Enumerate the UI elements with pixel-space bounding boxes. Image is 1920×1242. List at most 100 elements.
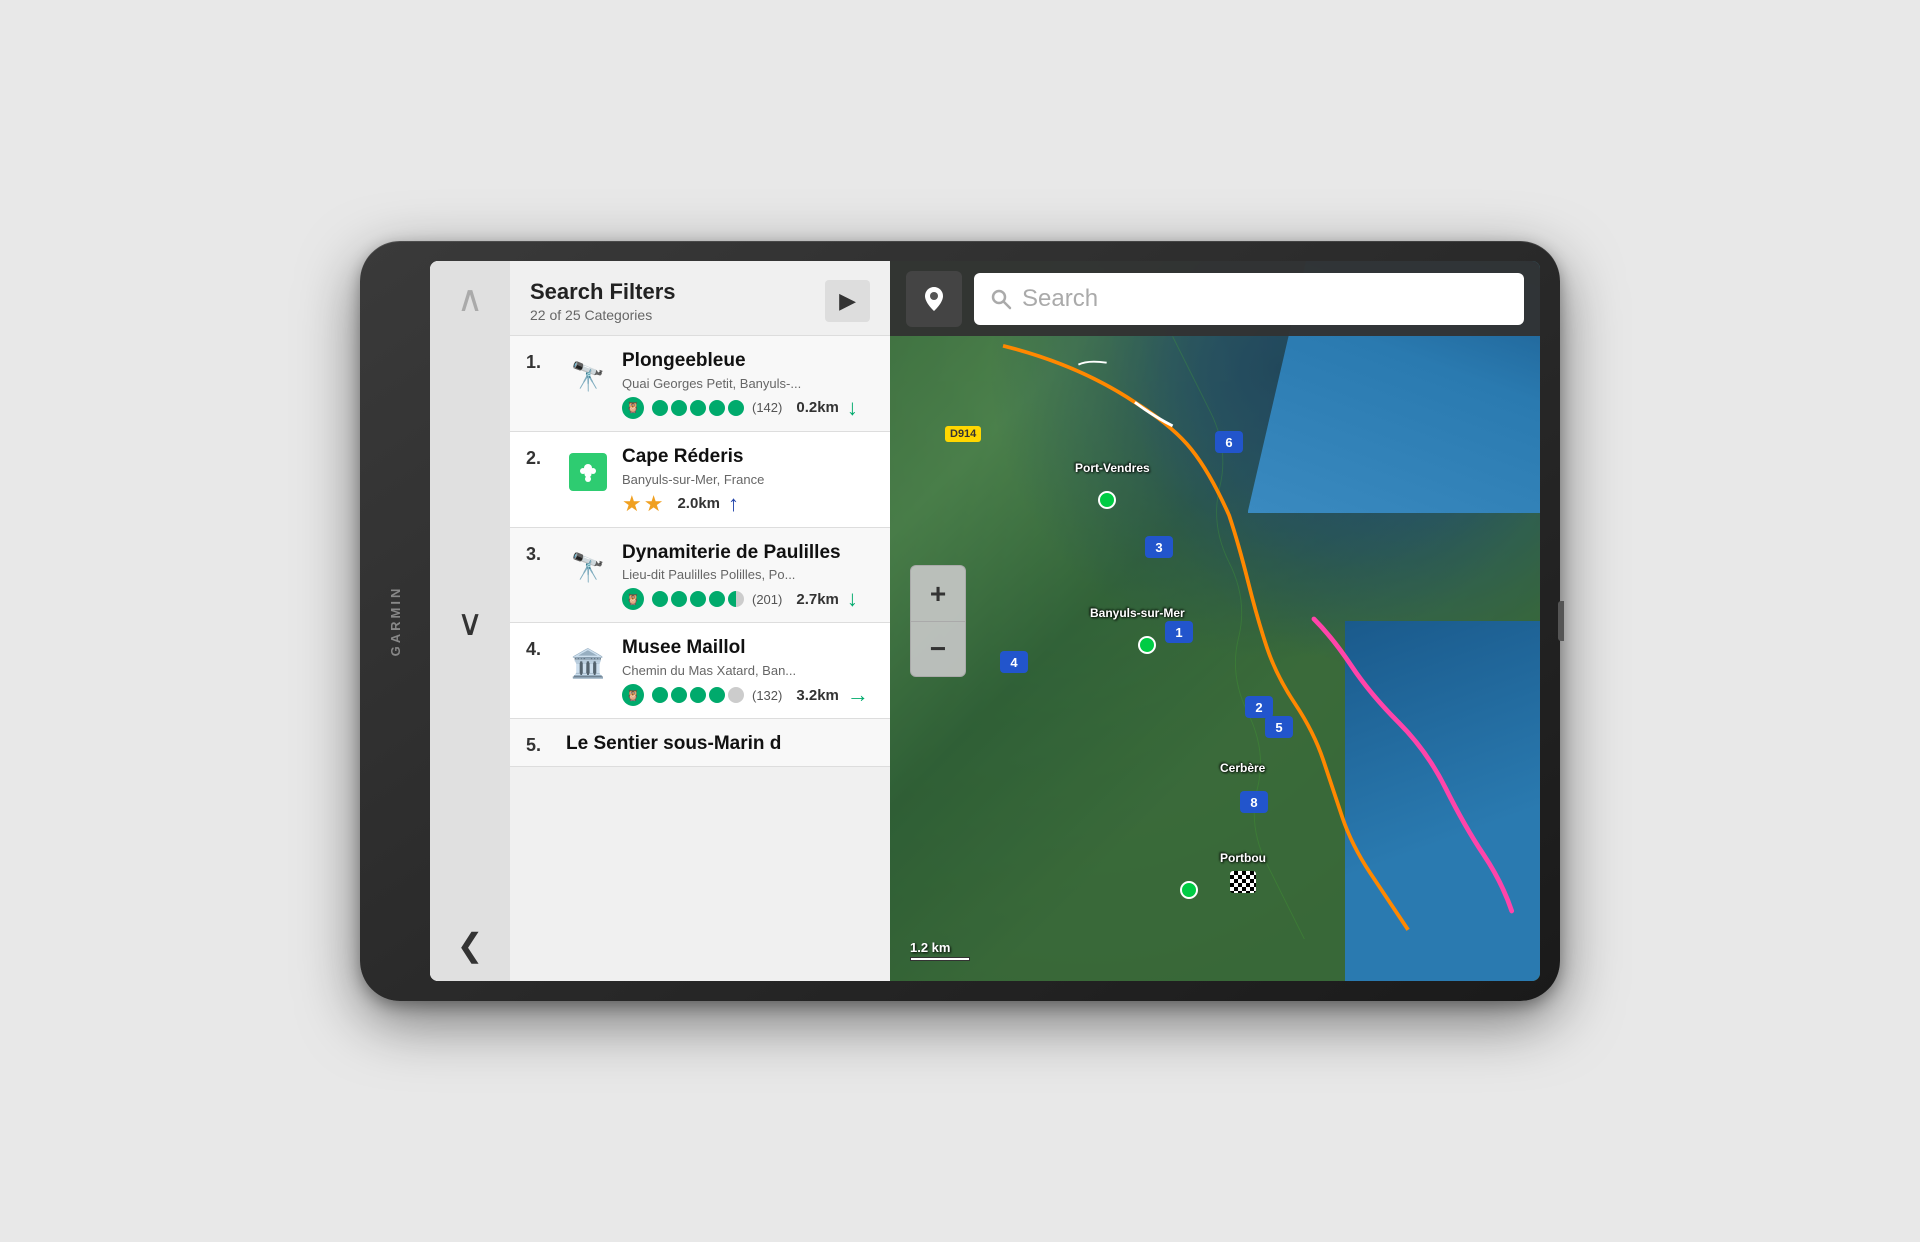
direction-arrow-2: ↑ xyxy=(728,491,739,517)
poi-address-1: Quai Georges Petit, Banyuls-... xyxy=(622,376,874,391)
scroll-up-arrow[interactable]: ∧ xyxy=(457,281,483,317)
header-subtitle: 22 of 25 Categories xyxy=(530,307,676,323)
poi-details-5: Le Sentier sous-Marin d xyxy=(566,733,874,756)
rating-dots-1 xyxy=(652,400,744,416)
poi-meta-3: 🦉 (201) 2.7km xyxy=(622,586,874,612)
direction-arrow-4: → xyxy=(847,682,869,708)
zoom-controls: + − xyxy=(910,565,966,677)
poi-number-5: 5. xyxy=(526,733,554,756)
poi-icon-michelin-2 xyxy=(566,450,610,494)
poi-name-1: Plongeebleue xyxy=(622,350,874,373)
dot-4-1 xyxy=(652,687,668,703)
star-1: ★ xyxy=(622,491,642,517)
map-pin-1: 1 xyxy=(1165,621,1193,643)
map-svg xyxy=(890,261,1540,939)
poi-details-2: Cape Réderis Banyuls-sur-Mer, France ★ ★… xyxy=(622,446,874,517)
scale-line xyxy=(910,957,970,961)
poi-item-1[interactable]: 1. 🔭 Plongeebleue Quai Georges Petit, Ba… xyxy=(510,336,890,432)
poi-icon-binoculars-1: 🔭 xyxy=(566,354,610,398)
dot-3-3 xyxy=(690,591,706,607)
scroll-down-arrow[interactable]: ∨ xyxy=(457,605,483,641)
review-count-3: (201) xyxy=(752,592,782,607)
map-pin-5: 5 xyxy=(1265,716,1293,738)
zoom-in-button[interactable]: + xyxy=(910,565,966,621)
rating-dots-4 xyxy=(652,687,744,703)
poi-address-3: Lieu-dit Paulilles Polilles, Po... xyxy=(622,567,874,582)
dot-3-2 xyxy=(671,591,687,607)
direction-arrow-1: ↓ xyxy=(847,395,858,421)
map-panel: Search + − D914 Port-Vendres Banyuls-sur… xyxy=(890,261,1540,981)
side-button[interactable] xyxy=(1558,601,1564,641)
header-title: Search Filters xyxy=(530,279,676,305)
poi-number-2: 2. xyxy=(526,446,554,469)
dot-4-4 xyxy=(709,687,725,703)
map-pin-4: 4 xyxy=(1000,651,1028,673)
scale-label: 1.2 km xyxy=(910,940,950,955)
poi-item-2[interactable]: 2. xyxy=(510,432,890,528)
review-count-1: (142) xyxy=(752,400,782,415)
poi-name-5: Le Sentier sous-Marin d xyxy=(566,733,874,756)
tripadvisor-icon-4: 🦉 xyxy=(622,684,644,706)
dot-4 xyxy=(709,400,725,416)
poi-number-1: 1. xyxy=(526,350,554,373)
search-bar[interactable]: Search xyxy=(974,273,1524,325)
poi-icon-binoculars-3: 🔭 xyxy=(566,546,610,590)
city-label-port-vendres: Port-Vendres xyxy=(1075,461,1150,475)
garmin-device: GARMIN ∧ ∨ ❮ Search Filters 22 of xyxy=(360,241,1560,1001)
map-pin-8: 8 xyxy=(1240,791,1268,813)
dot-3-5 xyxy=(728,591,744,607)
dot-2 xyxy=(671,400,687,416)
zoom-out-button[interactable]: − xyxy=(910,621,966,677)
poi-meta-4: 🦉 (132) 3.2km xyxy=(622,682,874,708)
list-content: Search Filters 22 of 25 Categories ▶ 1. … xyxy=(510,261,890,981)
direction-arrow-3: ↓ xyxy=(847,586,858,612)
brand-label: GARMIN xyxy=(388,586,403,657)
star-2: ★ xyxy=(644,491,664,517)
distance-2: 2.0km xyxy=(677,495,720,512)
poi-name-4: Musee Maillol xyxy=(622,637,874,660)
device-body: GARMIN ∧ ∨ ❮ Search Filters 22 of xyxy=(360,241,1560,1001)
poi-number-4: 4. xyxy=(526,637,554,660)
dot-3 xyxy=(690,400,706,416)
nav-arrows: ∧ ∨ ❮ xyxy=(430,261,510,981)
poi-details-4: Musee Maillol Chemin du Mas Xatard, Ban.… xyxy=(622,637,874,708)
poi-meta-1: 🦉 (142) 0.2km xyxy=(622,395,874,421)
dot-3-4 xyxy=(709,591,725,607)
poi-item-3[interactable]: 3. 🔭 Dynamiterie de Paulilles Lieu-dit P… xyxy=(510,528,890,624)
left-panel: ∧ ∨ ❮ Search Filters 22 of 25 Categories… xyxy=(430,261,890,981)
city-label-cerbere: Cerbère xyxy=(1220,761,1265,775)
poi-name-2: Cape Réderis xyxy=(622,446,874,469)
distance-1: 0.2km xyxy=(796,399,839,416)
poi-address-4: Chemin du Mas Xatard, Ban... xyxy=(622,663,874,678)
city-label-banyuls: Banyuls-sur-Mer xyxy=(1090,606,1185,620)
header-next-arrow[interactable]: ▶ xyxy=(825,280,870,322)
museum-icon: 🏛️ xyxy=(571,647,606,680)
dot-5 xyxy=(728,400,744,416)
search-icon xyxy=(990,288,1012,310)
poi-list: 1. 🔭 Plongeebleue Quai Georges Petit, Ba… xyxy=(510,336,890,981)
poi-number-3: 3. xyxy=(526,542,554,565)
binoculars-icon: 🔭 xyxy=(571,360,606,393)
map-pin-6: 6 xyxy=(1215,431,1243,453)
screen: ∧ ∨ ❮ Search Filters 22 of 25 Categories… xyxy=(430,261,1540,981)
road-sign-d914: D914 xyxy=(945,426,981,442)
scale-bar: 1.2 km xyxy=(910,940,970,961)
back-arrow[interactable]: ❮ xyxy=(457,929,484,961)
header-text: Search Filters 22 of 25 Categories xyxy=(530,279,676,323)
poi-item-4[interactable]: 4. 🏛️ Musee Maillol Chemin du Mas Xatard… xyxy=(510,623,890,719)
dot-1 xyxy=(652,400,668,416)
location-pin-icon xyxy=(919,284,949,314)
dot-4-2 xyxy=(671,687,687,703)
poi-meta-2: ★ ★ 2.0km ↑ xyxy=(622,491,874,517)
city-label-portbou: Portbou xyxy=(1220,851,1266,865)
tripadvisor-icon-3: 🦉 xyxy=(622,588,644,610)
dot-4-5 xyxy=(728,687,744,703)
location-button[interactable] xyxy=(906,271,962,327)
poi-item-5[interactable]: 5. Le Sentier sous-Marin d xyxy=(510,719,890,767)
poi-details-3: Dynamiterie de Paulilles Lieu-dit Paulil… xyxy=(622,542,874,613)
michelin-icon xyxy=(569,453,607,491)
tripadvisor-icon-1: 🦉 xyxy=(622,397,644,419)
review-count-4: (132) xyxy=(752,688,782,703)
poi-details-1: Plongeebleue Quai Georges Petit, Banyuls… xyxy=(622,350,874,421)
map-pin-2: 2 xyxy=(1245,696,1273,718)
